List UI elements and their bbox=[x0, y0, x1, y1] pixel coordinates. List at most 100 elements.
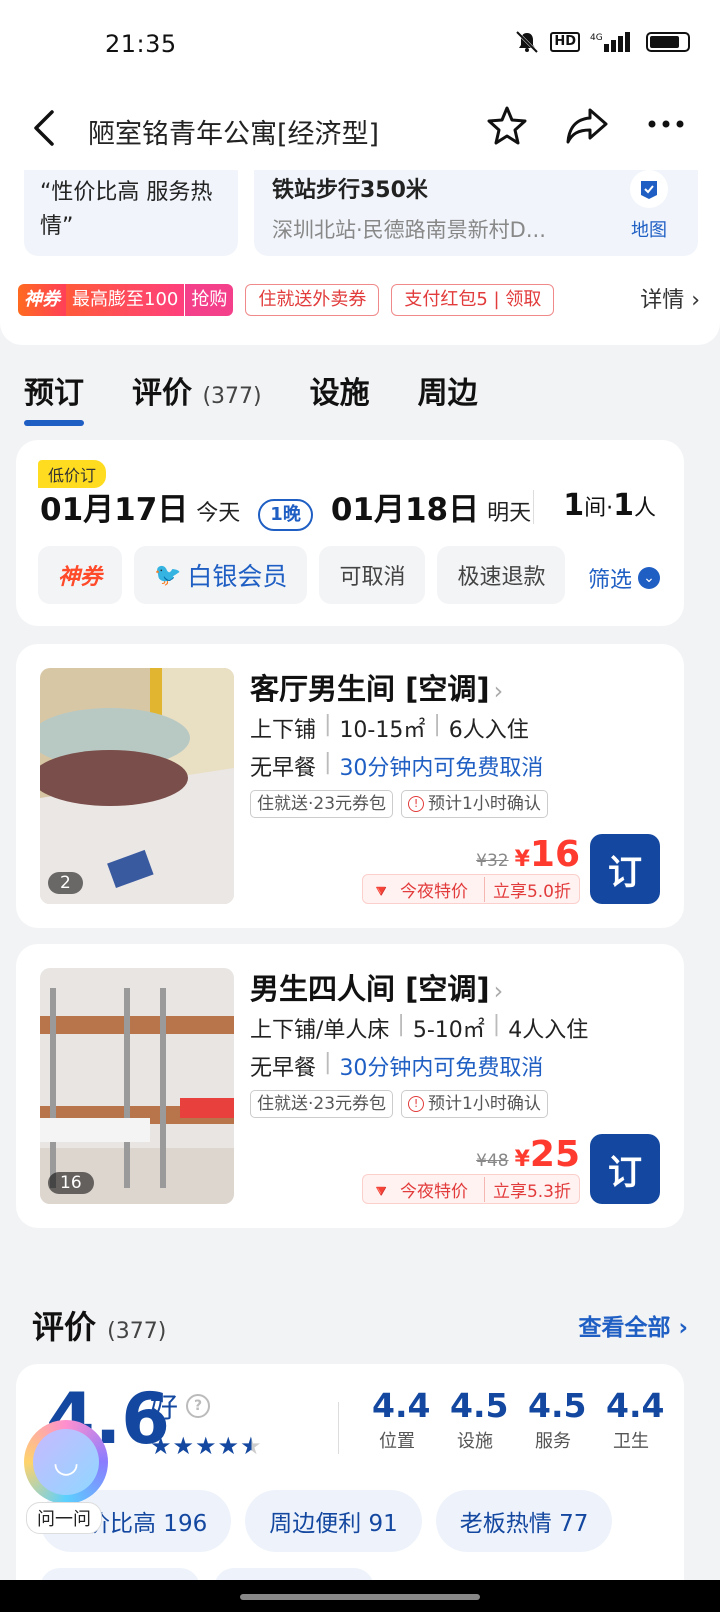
rating-word: 好? bbox=[150, 1386, 211, 1426]
room-name[interactable]: 客厅男生间 [空调] › bbox=[250, 666, 503, 708]
chevron-right-icon: › bbox=[493, 977, 504, 1005]
map-button[interactable]: 地图 bbox=[614, 170, 684, 242]
assistant-bunny-icon[interactable]: ◡ bbox=[24, 1420, 108, 1504]
cancel-policy: 30分钟内可免费取消 bbox=[339, 1056, 544, 1081]
filter-shenquan[interactable]: 神券 bbox=[38, 546, 123, 604]
room-card[interactable]: 16 男生四人间 [空调] › 上下铺/单人床 | 5-10㎡ | 4人入住 无早餐 |… bbox=[16, 944, 684, 1228]
more-icon[interactable] bbox=[646, 118, 686, 130]
shenquan-grab: 抢购 bbox=[184, 284, 234, 316]
filter-cancellable[interactable]: 可取消 bbox=[319, 546, 426, 604]
subscore-label: 位置 bbox=[379, 1431, 415, 1452]
location-line2: 深圳北站·民德路南景新村D... bbox=[272, 218, 546, 242]
nights-count: 1晚 bbox=[258, 499, 313, 531]
takeout-coupon-tag[interactable]: 住就送外卖券 bbox=[245, 284, 380, 316]
map-icon bbox=[630, 170, 668, 208]
discount-label: 立享5.3折 bbox=[483, 1176, 579, 1202]
checkout-date: 01月18日 bbox=[330, 492, 480, 528]
breakfast: 无早餐 bbox=[250, 756, 317, 781]
tab-reviews-count: (377) bbox=[202, 384, 262, 409]
divider bbox=[533, 490, 534, 524]
review-score-card: 4.6 好? ★★★★★ 4.4 位置 4.5 设施 4.5 服务 4.4 卫生 性价比… bbox=[16, 1364, 684, 1612]
status-bar: 21:35 HD 4G bbox=[0, 0, 720, 90]
room-card[interactable]: 2 客厅男生间 [空调] › 上下铺 | 10-15㎡ | 6人入住 无早餐 | 30分… bbox=[16, 644, 684, 928]
cancel-policy: 30分钟内可免费取消 bbox=[339, 756, 544, 781]
date-selector[interactable]: 01月17日 今天 1晚 01月18日 明天 bbox=[40, 484, 531, 531]
silver-member-label: 白银会员 bbox=[187, 562, 288, 591]
tab-facilities[interactable]: 设施 bbox=[310, 368, 370, 412]
top-nav-bar: 陋室铭青年公寓[经济型] bbox=[0, 90, 720, 170]
reviews-title: 评价 bbox=[32, 1308, 97, 1346]
reviews-heading: 评价 (377) bbox=[32, 1302, 166, 1348]
filter-silver-member[interactable]: 🐦 白银会员 bbox=[134, 546, 308, 604]
breakfast: 无早餐 bbox=[250, 1056, 317, 1081]
location-box[interactable]: 铁站步行350米 深圳北站·民德路南景新村D... 地图 bbox=[254, 170, 698, 256]
share-icon[interactable] bbox=[564, 104, 610, 146]
price-block: ¥32 ¥16 bbox=[476, 834, 580, 875]
tonight-deal: 🔻 今夜特价 立享5.0折 bbox=[361, 874, 580, 904]
room-chips: 住就送·23元券包 ! 预计1小时确认 bbox=[250, 790, 548, 818]
occupancy: 6人入住 bbox=[448, 718, 529, 743]
room-guest-selector[interactable]: 1间·1人 bbox=[563, 488, 656, 523]
home-indicator[interactable] bbox=[240, 1594, 480, 1600]
see-all-reviews-link[interactable]: 查看全部 › bbox=[579, 1308, 689, 1342]
promo-detail-label: 详情 bbox=[640, 288, 685, 313]
subscore-value: 4.5 bbox=[450, 1386, 509, 1425]
confirm-time-label: 预计1小时确认 bbox=[428, 1094, 541, 1114]
tab-nearby[interactable]: 周边 bbox=[418, 368, 478, 412]
subscore-value: 4.4 bbox=[606, 1386, 665, 1425]
room-specs: 上下铺/单人床 | 5-10㎡ | 4人入住 bbox=[250, 1012, 589, 1043]
shenquan-label: 神券 bbox=[18, 284, 66, 316]
shenquan-desc: 最高膨至100 bbox=[66, 284, 185, 316]
room-area: 5-10㎡ bbox=[412, 1018, 485, 1043]
room-chips: 住就送·23元券包 ! 预计1小时确认 bbox=[250, 1090, 548, 1118]
quick-filters: 神券 🐦 白银会员 可取消 极速退款 bbox=[38, 546, 566, 604]
occupancy: 4人入住 bbox=[508, 1018, 589, 1043]
current-price-value: 25 bbox=[529, 1134, 580, 1175]
review-tag[interactable]: 周边便利 91 bbox=[245, 1490, 422, 1552]
see-all-label: 查看全部 bbox=[578, 1315, 671, 1341]
review-highlight[interactable]: “性价比高 服务热情” bbox=[24, 170, 238, 256]
review-tag[interactable]: 老板热情 77 bbox=[435, 1490, 613, 1552]
subscore-location: 4.4 位置 bbox=[372, 1386, 430, 1453]
room-name[interactable]: 男生四人间 [空调] › bbox=[250, 966, 503, 1008]
room-image[interactable]: 2 bbox=[40, 668, 234, 904]
promo-detail-link[interactable]: 详情 › bbox=[640, 282, 700, 314]
clock-icon: ! bbox=[408, 1096, 425, 1112]
status-time: 21:35 bbox=[105, 30, 177, 58]
subscore-value: 4.5 bbox=[528, 1386, 587, 1425]
people-unit: 人 bbox=[633, 496, 656, 521]
room-image[interactable]: 16 bbox=[40, 968, 234, 1204]
tonight-deal-label: 🔻 今夜特价 bbox=[363, 877, 484, 902]
subscore-label: 服务 bbox=[535, 1431, 571, 1452]
discount-label: 立享5.0折 bbox=[483, 876, 579, 902]
help-icon[interactable]: ? bbox=[186, 1394, 211, 1418]
tab-reviews[interactable]: 评价 (377) bbox=[132, 368, 262, 412]
ask-assistant-button[interactable]: 问一问 bbox=[26, 1502, 102, 1534]
chevron-right-icon: › bbox=[493, 677, 504, 705]
checkin-date: 01月17日 bbox=[40, 492, 189, 528]
filter-button[interactable]: 筛选 ⌄ bbox=[567, 562, 660, 594]
book-button[interactable]: 订 bbox=[590, 1134, 660, 1204]
filter-fast-refund[interactable]: 极速退款 bbox=[437, 546, 566, 604]
tab-booking[interactable]: 预订 bbox=[24, 368, 84, 426]
back-arrow-icon[interactable] bbox=[30, 108, 58, 148]
original-price: ¥32 bbox=[476, 851, 509, 871]
image-count: 2 bbox=[48, 872, 83, 894]
pay-redpacket-tag[interactable]: 支付红包5 | 领取 bbox=[391, 284, 555, 316]
room-name-text: 客厅男生间 [空调] bbox=[250, 672, 490, 706]
confirm-time-chip: ! 预计1小时确认 bbox=[401, 790, 548, 818]
people-count: 1 bbox=[613, 488, 634, 523]
confirm-time-label: 预计1小时确认 bbox=[428, 794, 541, 814]
book-button[interactable]: 订 bbox=[590, 834, 660, 904]
tonight-deal-text: 今夜特价 bbox=[399, 1181, 468, 1202]
coupon-pack-chip: 住就送·23元券包 bbox=[250, 1090, 394, 1118]
coupon-pack-chip: 住就送·23元券包 bbox=[250, 790, 394, 818]
room-specs: 上下铺 | 10-15㎡ | 6人入住 bbox=[250, 712, 529, 743]
shenquan-coupon[interactable]: 神券 最高膨至100 抢购 bbox=[18, 284, 234, 316]
map-label: 地图 bbox=[631, 220, 667, 241]
subscore-service: 4.5 服务 bbox=[528, 1386, 587, 1453]
favorite-star-icon[interactable] bbox=[486, 104, 528, 146]
tonight-deal-label: 🔻 今夜特价 bbox=[363, 1177, 484, 1202]
star-rating: ★★★★★ bbox=[150, 1432, 263, 1460]
svg-text:4G: 4G bbox=[590, 33, 603, 43]
